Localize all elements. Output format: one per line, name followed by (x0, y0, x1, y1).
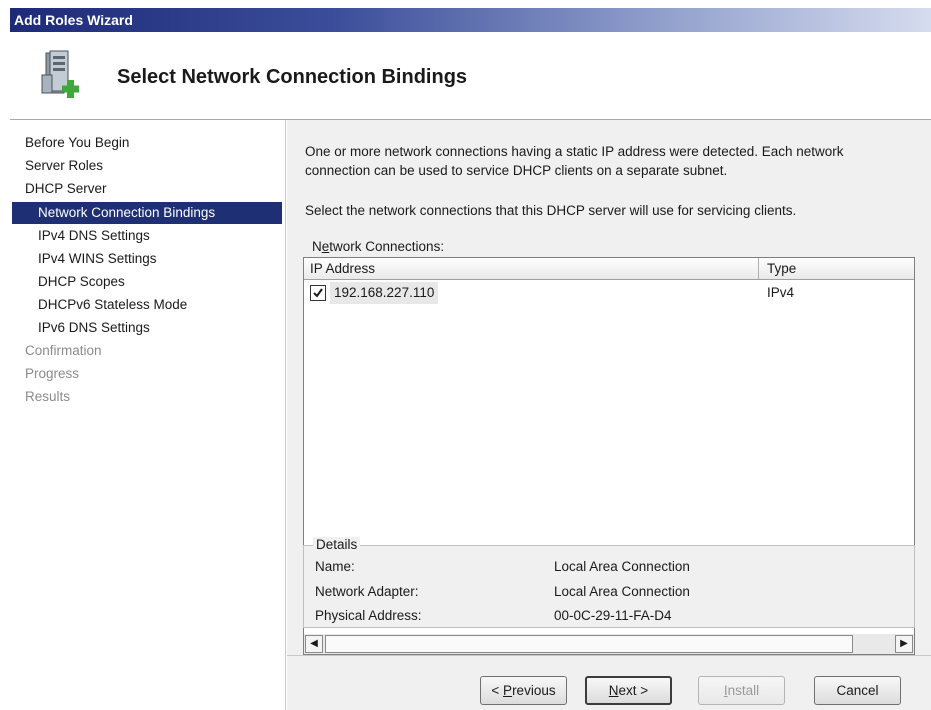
column-header-type[interactable]: Type (760, 258, 914, 279)
step-dhcpv6-stateless-mode[interactable]: DHCPv6 Stateless Mode (10, 294, 286, 316)
list-item[interactable]: 192.168.227.110 IPv4 (304, 282, 914, 304)
step-server-roles[interactable]: Server Roles (10, 155, 286, 177)
connection-ip: 192.168.227.110 (330, 282, 439, 304)
title-bar: Add Roles Wizard (10, 8, 931, 32)
detail-label-network-adapter: Network Adapter: (315, 584, 419, 599)
detail-label-name: Name: (315, 559, 355, 574)
window-title: Add Roles Wizard (14, 12, 133, 28)
install-button: Install (698, 676, 785, 705)
connection-checkbox[interactable] (310, 285, 326, 301)
network-connections-label: Network Connections: (312, 239, 445, 254)
wizard-step-list: Before You Begin Server Roles DHCP Serve… (10, 120, 286, 710)
checkmark-icon (313, 288, 323, 298)
previous-button[interactable]: < Previous (480, 676, 567, 705)
step-dhcp-scopes[interactable]: DHCP Scopes (10, 271, 286, 293)
horizontal-scrollbar[interactable]: ◀ ▶ (304, 634, 914, 654)
details-group: Details Name: Local Area Connection Netw… (303, 537, 915, 628)
detail-value-network-adapter: Local Area Connection (554, 584, 690, 599)
step-ipv4-dns-settings[interactable]: IPv4 DNS Settings (10, 225, 286, 247)
step-confirmation: Confirmation (25, 343, 102, 358)
cancel-button[interactable]: Cancel (814, 676, 901, 705)
page-title: Select Network Connection Bindings (117, 66, 468, 88)
wizard-button-bar: < Previous Next > Install Cancel (287, 655, 931, 710)
step-results: Results (25, 389, 71, 404)
detail-label-physical-address: Physical Address: (315, 608, 422, 623)
scroll-right-arrow-icon[interactable]: ▶ (895, 635, 913, 653)
details-legend: Details (313, 537, 361, 552)
detail-value-name: Local Area Connection (554, 559, 690, 574)
step-ipv4-wins-settings[interactable]: IPv4 WINS Settings (10, 248, 286, 270)
detail-value-physical-address: 00-0C-29-11-FA-D4 (554, 608, 672, 623)
server-add-icon (38, 50, 88, 100)
step-before-you-begin[interactable]: Before You Begin (10, 132, 286, 154)
wizard-header: Select Network Connection Bindings (10, 32, 931, 120)
column-header-ip-address[interactable]: IP Address (304, 258, 759, 279)
list-header: IP Address Type (304, 258, 914, 280)
step-ipv6-dns-settings[interactable]: IPv6 DNS Settings (10, 317, 286, 339)
content-panel: One or more network connections having a… (287, 120, 931, 655)
step-network-connection-bindings[interactable]: Network Connection Bindings (12, 202, 282, 224)
step-progress: Progress (25, 366, 80, 381)
step-dhcp-server[interactable]: DHCP Server (10, 178, 286, 200)
connection-type: IPv4 (767, 285, 795, 300)
next-button[interactable]: Next > (585, 676, 672, 705)
scroll-left-arrow-icon[interactable]: ◀ (305, 635, 323, 653)
instruction-text: Select the network connections that this… (305, 203, 797, 218)
scrollbar-thumb[interactable] (325, 635, 853, 653)
description-text: One or more network connections having a… (305, 144, 844, 178)
